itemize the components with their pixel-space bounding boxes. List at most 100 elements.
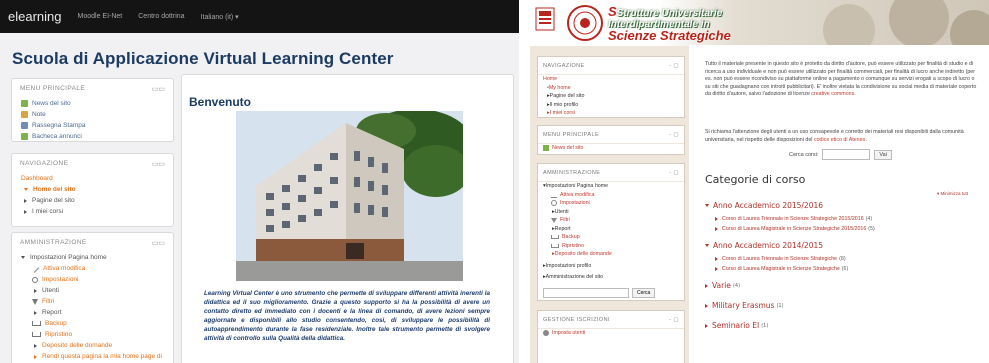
menu-item-rassegna[interactable]: Rassegna Stampa: [12, 120, 173, 131]
subcategory-item[interactable]: Corso di Laurea Magistrale in Scienze St…: [715, 266, 848, 272]
backup-icon: [32, 321, 41, 326]
admin-search-input[interactable]: [543, 287, 629, 298]
admin-edit-mode[interactable]: Attiva modifica: [12, 263, 173, 274]
r-navigation-block: NAVIGAZIONE - ▢ Home • My home ▸ Pagine d…: [537, 56, 685, 118]
r-admin-filters[interactable]: Filtri: [538, 216, 684, 225]
block-controls-icon[interactable]: - ▢: [669, 132, 679, 138]
admin-users[interactable]: Utenti: [12, 285, 173, 296]
admin-restore[interactable]: Ripristino: [12, 329, 173, 340]
r-nav-myhome[interactable]: • My home: [538, 84, 684, 93]
admin-root[interactable]: Impostazioni Pagina home: [12, 252, 173, 263]
ethics-code-link[interactable]: codice etico di Ateneo: [814, 137, 866, 143]
r-admin-restore[interactable]: Ripristino: [538, 242, 684, 251]
r-admin-root[interactable]: ▾ Impostazioni Pagina home: [538, 182, 684, 191]
r-admin-backup[interactable]: Backup: [538, 233, 684, 242]
restore-icon: [551, 243, 559, 248]
block-controls-icon[interactable]: ▭▭: [152, 239, 165, 247]
block-controls-icon[interactable]: ▭▭: [152, 85, 165, 93]
pencil-icon: [31, 264, 40, 273]
nav-home[interactable]: Home del sito: [12, 184, 173, 195]
r-admin-site[interactable]: ▸ Amministrazione del sito: [538, 273, 684, 282]
nav-courses[interactable]: I miei corsi: [12, 206, 173, 217]
r-admin-question-bank[interactable]: ▸ Deposito delle domande: [538, 250, 684, 259]
collapsed-icon: [715, 267, 718, 271]
menu-item-news[interactable]: News del sito: [12, 98, 173, 109]
admin-search-button[interactable]: Cerca: [632, 287, 656, 298]
subcategory-item[interactable]: Corso di Laurea Triennale in Scienze Str…: [715, 256, 846, 262]
brand-link[interactable]: elearning: [8, 9, 62, 24]
backup-icon: [551, 235, 559, 240]
block-title: AMMINISTRAZIONE: [20, 239, 87, 246]
r-admin-users[interactable]: ▸ Utenti: [538, 208, 684, 217]
block-controls-icon[interactable]: - ▢: [669, 317, 679, 323]
collapsed-icon: [24, 209, 27, 214]
filter-icon: [32, 298, 38, 305]
course-search-label: Cerca corsi:: [789, 151, 819, 158]
news-icon: [21, 100, 28, 107]
creative-commons-link[interactable]: creative commons: [811, 91, 854, 97]
r-nav-pages[interactable]: ▸ Pagine del sito: [538, 92, 684, 101]
expanded-icon: [21, 256, 25, 259]
language-menu[interactable]: Italiano (it) ▾: [201, 13, 239, 21]
category-2015-2016[interactable]: Anno Accademico 2015/2016: [705, 201, 823, 210]
category-military-erasmus[interactable]: Military Erasmus (1): [705, 301, 784, 310]
category-2014-2015[interactable]: Anno Accademico 2014/2015: [705, 241, 823, 250]
nav-link-moodle[interactable]: Moodle EI-Net: [78, 13, 123, 20]
subcategory-item[interactable]: Corso di Laurea Magistrale in Scienze St…: [715, 226, 875, 232]
course-search-button[interactable]: Vai: [874, 149, 892, 160]
r-nav-home[interactable]: Home: [538, 75, 684, 84]
r-admin-settings[interactable]: Impostazioni: [538, 199, 684, 208]
forum-icon: [21, 133, 28, 140]
r-nav-courses[interactable]: ▸ I miei corsi: [538, 109, 684, 118]
collapsed-icon: [34, 288, 37, 293]
r-admin-edit[interactable]: Attiva modifica: [538, 191, 684, 200]
collapse-all-link[interactable]: ▾ Minimizza tutt: [937, 191, 968, 197]
menu-item-bacheca[interactable]: Bacheca annunci: [12, 131, 173, 142]
welcome-heading: Benvenuto: [189, 95, 252, 109]
block-controls-icon[interactable]: - ▢: [669, 63, 679, 69]
subcategory-item[interactable]: Corso di Laurea Triennale in Scienze Str…: [715, 216, 872, 222]
site-banner: SStrutture Universitarie Interdipartimen…: [530, 0, 989, 46]
category-seminario-ei[interactable]: Seminario EI (1): [705, 321, 768, 330]
main-content: Benvenuto Learning Virtual Center è uno …: [181, 74, 514, 363]
nav-pages[interactable]: Pagine del sito: [12, 195, 173, 206]
page-title: Scuola di Applicazione Virtual Learning …: [12, 49, 394, 68]
right-screenshot: SStrutture Universitarie Interdipartimen…: [530, 0, 989, 363]
block-controls-icon[interactable]: ▭▭: [152, 160, 165, 168]
block-title: MENU PRINCIPALE: [543, 131, 600, 138]
filter-icon: [551, 217, 557, 223]
nav-link-dottrina[interactable]: Centro dottrina: [138, 13, 184, 20]
collapsed-icon: [24, 198, 27, 203]
r-admin-reports[interactable]: ▸ Report: [538, 225, 684, 234]
building-illustration: [236, 111, 463, 281]
collapsed-icon: [715, 257, 718, 261]
menu-item-note[interactable]: Note: [12, 109, 173, 120]
collapsed-icon: [34, 343, 37, 348]
admin-reports[interactable]: Report: [12, 307, 173, 318]
category-varie[interactable]: Varie (4): [705, 281, 740, 290]
admin-backup[interactable]: Backup: [12, 318, 173, 329]
collapsed-icon: [34, 310, 37, 315]
block-controls-icon[interactable]: - ▢: [669, 170, 679, 176]
r-enrol-users[interactable]: Imposta utenti: [538, 329, 684, 338]
r-admin-profile[interactable]: ▸ Impostazioni profilo: [538, 262, 684, 271]
course-search-input[interactable]: [822, 149, 871, 160]
admin-settings[interactable]: Impostazioni: [12, 274, 173, 285]
r-nav-profile[interactable]: ▸ Il mio profilo: [538, 101, 684, 110]
block-title: AMMINISTRAZIONE: [543, 169, 601, 176]
expanded-icon: [705, 204, 709, 207]
ethics-notice: Si richiama l'attenzione degli utenti a …: [705, 129, 964, 143]
admin-question-bank[interactable]: Deposito delle domande: [12, 340, 173, 351]
r-menu-news[interactable]: News del sito: [538, 144, 684, 153]
admin-make-home[interactable]: Rendi questa pagina la mia home page di: [12, 351, 173, 362]
pencil-icon: [551, 191, 557, 199]
collapsed-icon: [715, 217, 718, 221]
left-screenshot: elearning Moodle EI-Net Centro dottrina …: [0, 0, 519, 363]
r-admin-search: Cerca: [538, 282, 684, 298]
nav-dashboard[interactable]: Dashboard: [12, 173, 173, 184]
collapsed-icon: [705, 323, 708, 328]
admin-filters[interactable]: Filtri: [12, 296, 173, 307]
block-title: NAVIGAZIONE: [543, 62, 585, 69]
expanded-icon: [24, 188, 28, 191]
collapsed-icon: [715, 227, 718, 231]
